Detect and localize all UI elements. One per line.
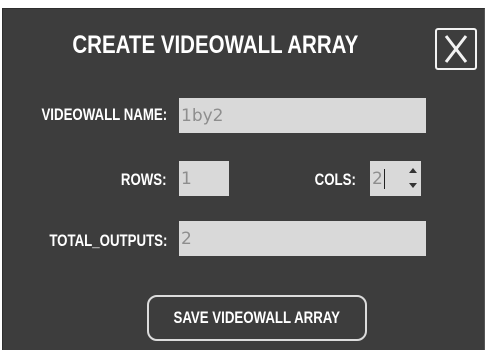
close-icon	[444, 35, 468, 63]
cols-input[interactable]: 2	[370, 161, 421, 196]
save-button-label: SAVE VIDEOWALL ARRAY	[173, 308, 341, 327]
cols-stepper[interactable]	[407, 164, 419, 192]
rows-input[interactable]: 1	[179, 161, 229, 196]
cols-label: COLS:	[314, 170, 356, 189]
save-videowall-array-button[interactable]: SAVE VIDEOWALL ARRAY	[147, 295, 367, 341]
chevron-up-icon[interactable]	[409, 168, 417, 173]
close-button[interactable]	[435, 28, 477, 70]
total-outputs-input[interactable]: 2	[179, 221, 426, 256]
total-outputs-value: 2	[181, 228, 192, 249]
rows-label: ROWS:	[121, 170, 167, 189]
videowall-name-label: VIDEOWALL NAME:	[41, 105, 167, 124]
videowall-name-input[interactable]: 1by2	[179, 98, 426, 133]
dialog-title: CREATE VIDEOWALL ARRAY	[72, 31, 359, 59]
rows-value: 1	[181, 168, 192, 189]
cols-value: 2	[372, 168, 383, 189]
create-videowall-dialog: CREATE VIDEOWALL ARRAY VIDEOWALL NAME: 1…	[2, 8, 485, 350]
total-outputs-label: TOTAL_OUTPUTS:	[48, 231, 167, 250]
text-caret	[383, 168, 385, 189]
videowall-name-value: 1by2	[181, 105, 224, 126]
chevron-down-icon[interactable]	[409, 183, 417, 188]
